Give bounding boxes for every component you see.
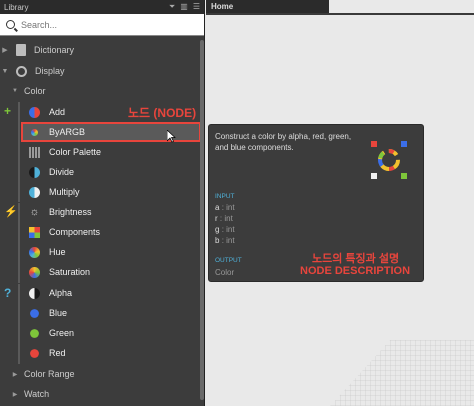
output-value: Color	[215, 268, 235, 277]
chevron-right-icon: ▶	[12, 371, 18, 378]
workspace-grid	[330, 340, 474, 406]
library-header: Library ⏷ ▥ ☰	[0, 0, 204, 14]
divide-color-icon	[29, 166, 40, 178]
chevron-down-icon: ▼	[12, 88, 18, 94]
subcategory-color[interactable]: ▼ Color	[0, 81, 200, 101]
chevron-right-icon: ▶	[12, 391, 18, 398]
hue-icon	[29, 246, 40, 258]
byargb-large-icon	[371, 141, 407, 179]
list-item-alpha[interactable]: Alpha	[0, 283, 200, 303]
tab-home[interactable]: Home	[206, 0, 329, 13]
search-icon	[6, 20, 15, 29]
chevron-right-icon: ▶	[2, 47, 8, 54]
blue-icon	[30, 308, 39, 318]
add-color-icon	[29, 106, 40, 118]
alpha-icon	[29, 287, 40, 299]
saturation-icon	[29, 266, 40, 278]
input-param: g : int	[215, 225, 235, 234]
category-label: Dictionary	[34, 45, 75, 55]
red-icon	[30, 348, 39, 358]
dictionary-icon	[16, 44, 26, 56]
category-dictionary[interactable]: ▶ Dictionary	[0, 40, 200, 60]
input-param: b : int	[215, 236, 235, 245]
subcategory-label: Color	[24, 86, 46, 96]
library-panel: Library ⏷ ▥ ☰ ▶ Dictionary ▼ Display ▼ C…	[0, 0, 205, 406]
green-icon	[30, 328, 39, 338]
input-param: a : int	[215, 203, 235, 212]
annotation-description-english: NODE DESCRIPTION	[300, 265, 411, 277]
output-header: OUTPUT	[215, 257, 242, 264]
menu-icon[interactable]: ☰	[193, 2, 200, 12]
components-icon	[29, 226, 40, 238]
list-item-green[interactable]: Green	[0, 323, 200, 343]
input-param: r : int	[215, 214, 233, 223]
list-item-multiply[interactable]: Multiply	[0, 182, 200, 202]
annotation-description-korean: 노드의 특징과 설명	[312, 253, 400, 265]
tooltip-description: Construct a color by alpha, red, green, …	[215, 132, 352, 152]
subcategory-color-range[interactable]: ▶ Color Range	[0, 364, 200, 384]
list-item-components[interactable]: Components	[0, 222, 200, 242]
filter-icon[interactable]: ⏷	[169, 2, 175, 12]
search-input[interactable]	[21, 19, 198, 30]
display-icon	[16, 65, 27, 77]
input-header: INPUT	[215, 193, 235, 200]
subcategory-watch[interactable]: ▶ Watch	[0, 384, 200, 404]
category-label: Display	[35, 66, 65, 76]
list-item-saturation[interactable]: Saturation	[0, 262, 200, 282]
chevron-down-icon: ▼	[1, 67, 9, 75]
annotation-node: 노드 (NODE)	[128, 106, 197, 120]
library-scrollbar[interactable]	[200, 40, 204, 400]
color-palette-icon	[29, 146, 40, 158]
list-item-color-palette[interactable]: Color Palette	[0, 142, 200, 162]
list-item-brightness[interactable]: ☼ Brightness	[0, 202, 200, 222]
search-bar	[0, 14, 204, 36]
list-item-divide[interactable]: Divide	[0, 162, 200, 182]
layout-icon[interactable]: ▥	[180, 2, 188, 12]
brightness-icon: ☼	[29, 205, 40, 218]
byargb-icon	[29, 126, 40, 138]
list-item-hue[interactable]: Hue	[0, 242, 200, 262]
list-item-red[interactable]: Red	[0, 343, 200, 363]
multiply-color-icon	[29, 186, 40, 198]
tab-divider	[206, 13, 474, 15]
cursor-icon	[167, 130, 176, 143]
library-title: Library	[4, 2, 29, 12]
list-item-blue[interactable]: Blue	[0, 303, 200, 323]
category-display[interactable]: ▼ Display	[0, 61, 200, 81]
